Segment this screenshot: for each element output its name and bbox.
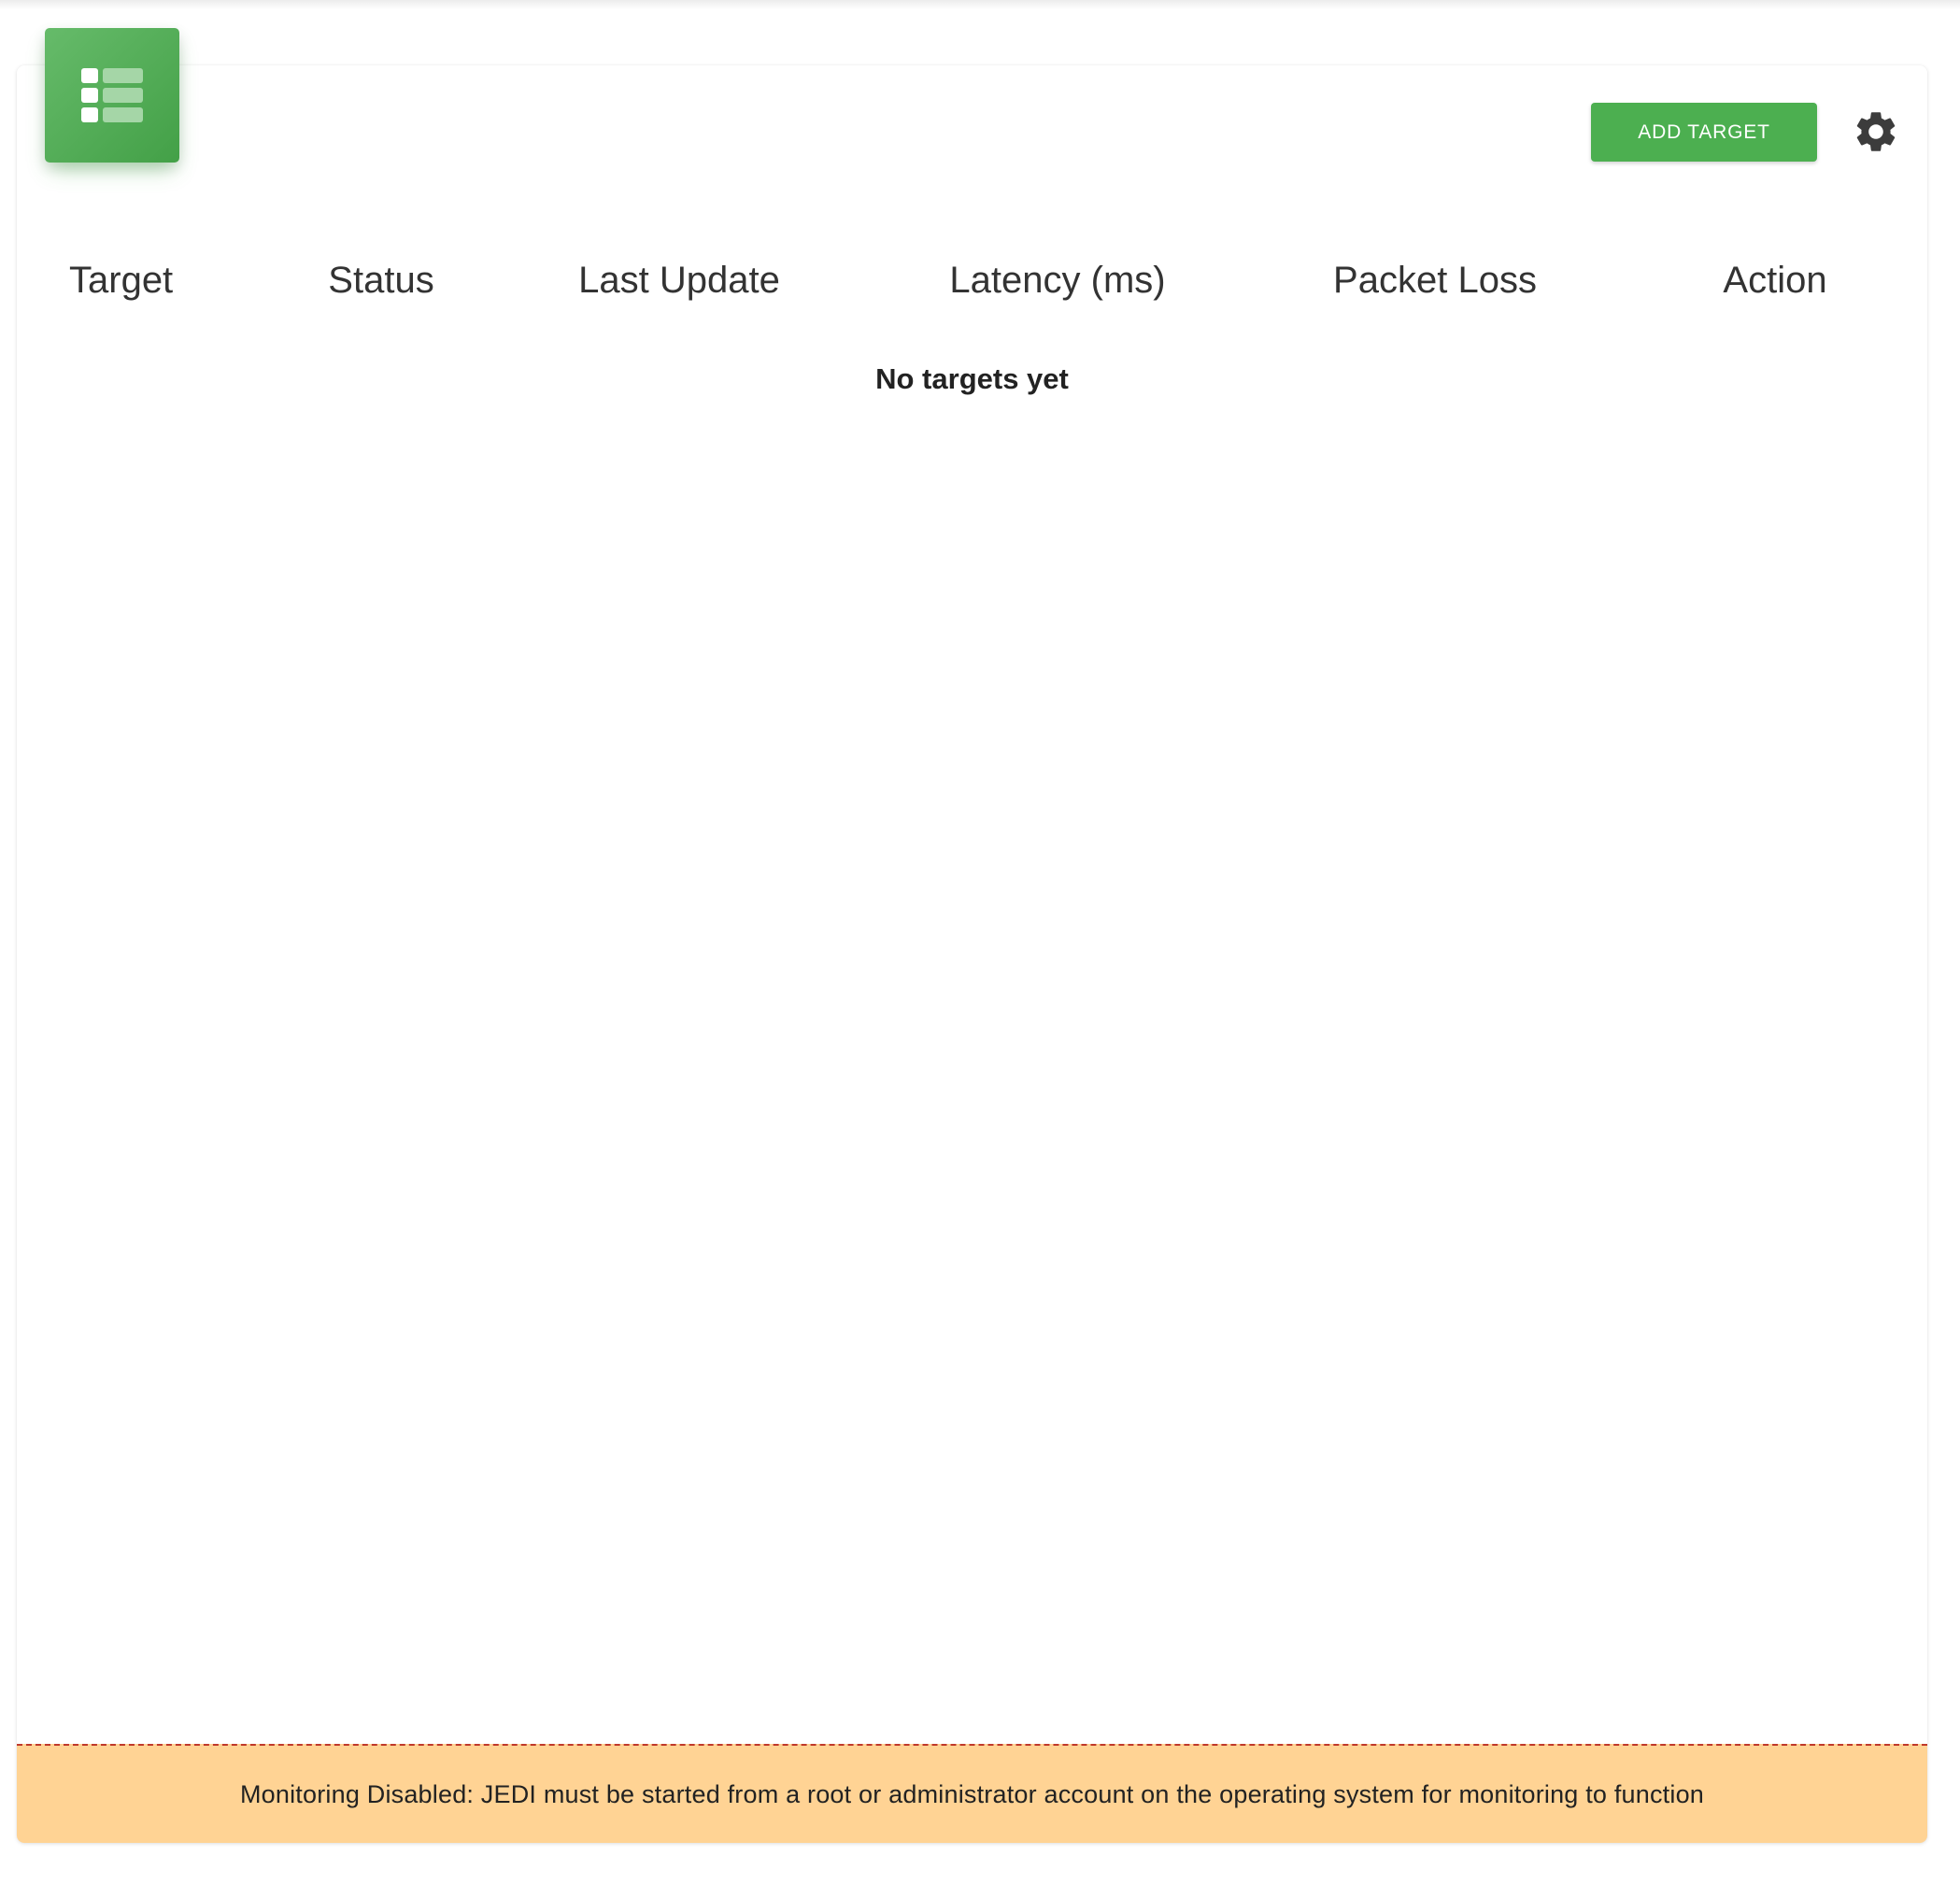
- column-header-target[interactable]: Target: [69, 243, 173, 318]
- top-shade: [0, 0, 1960, 9]
- monitoring-disabled-banner: Monitoring Disabled: JEDI must be starte…: [17, 1744, 1927, 1843]
- targets-card: ADD TARGET Target Status Last Update Lat…: [17, 28, 1927, 1843]
- empty-table-message: No targets yet: [875, 362, 1069, 395]
- column-header-last-update[interactable]: Last Update: [578, 243, 780, 318]
- column-header-latency[interactable]: Latency (ms): [949, 243, 1165, 318]
- table-list-icon-svg: [81, 68, 143, 122]
- column-header-packet-loss[interactable]: Packet Loss: [1333, 243, 1537, 318]
- column-header-action: Action: [1723, 260, 1827, 301]
- column-header-status[interactable]: Status: [328, 243, 433, 318]
- table-header: Target Status Last Update Latency (ms) P…: [17, 243, 1927, 318]
- table-list-icon: [45, 28, 179, 163]
- settings-button[interactable]: [1843, 99, 1909, 164]
- gear-icon: [1856, 112, 1896, 151]
- banner-message: Monitoring Disabled: JEDI must be starte…: [239, 1779, 1705, 1808]
- add-target-button[interactable]: ADD TARGET: [1591, 103, 1817, 162]
